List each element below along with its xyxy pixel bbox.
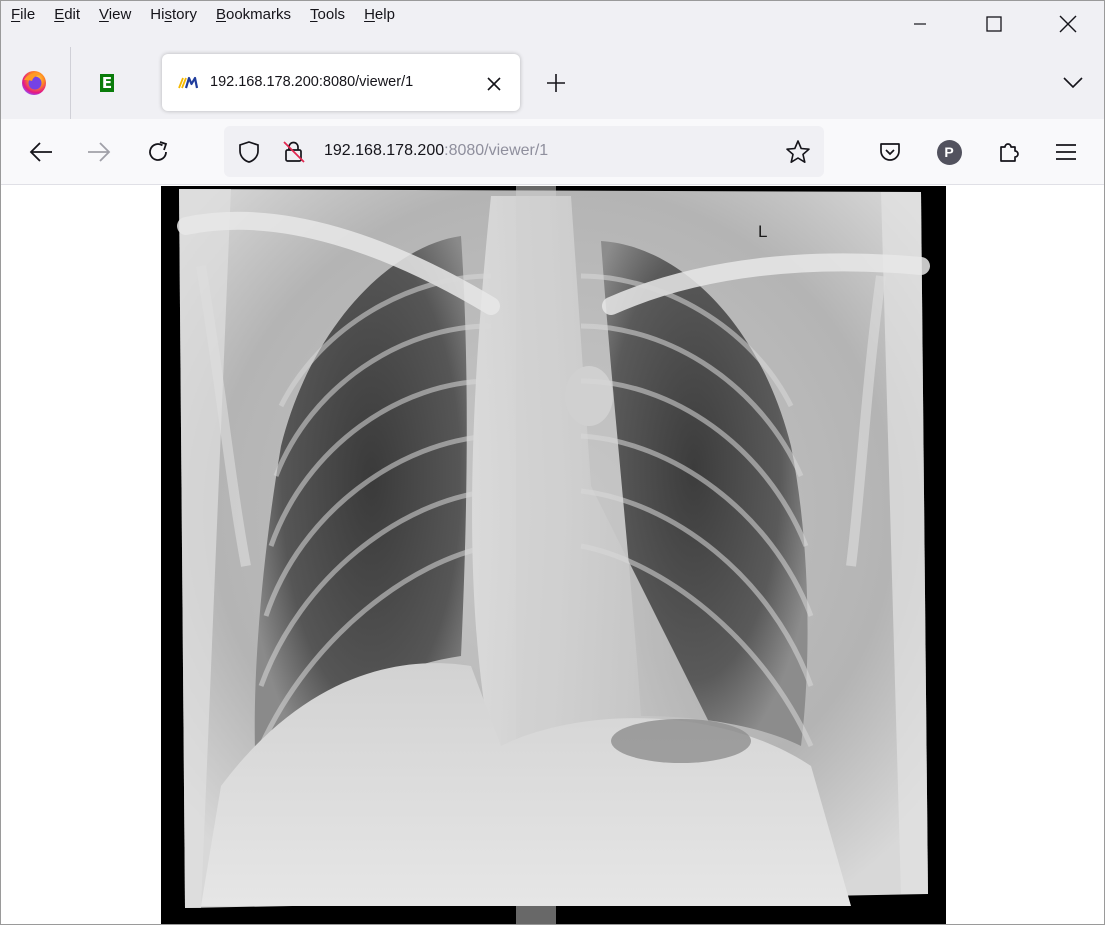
close-tab-icon bbox=[487, 77, 501, 91]
url-port-path: :8080/viewer/1 bbox=[444, 142, 549, 159]
pocket-icon bbox=[880, 143, 900, 161]
e-favicon-icon: E bbox=[100, 74, 114, 92]
reload-icon bbox=[149, 141, 168, 161]
menu-help[interactable]: Help bbox=[364, 6, 405, 24]
menu-file[interactable]: File bbox=[11, 6, 45, 24]
pocket-button[interactable] bbox=[872, 134, 908, 170]
navigation-bar: 192.168.178.200:8080/viewer/1 P bbox=[1, 119, 1104, 185]
url-host: 192.168.178.200 bbox=[324, 142, 445, 159]
menu-tools[interactable]: Tools bbox=[310, 6, 355, 24]
account-button[interactable]: P bbox=[931, 134, 967, 170]
menu-bar: File Edit View History Bookmarks Tools H… bbox=[1, 1, 1104, 47]
menu-items: File Edit View History Bookmarks Tools H… bbox=[11, 6, 414, 24]
list-all-tabs-button[interactable] bbox=[1057, 67, 1089, 99]
orientation-marker: L bbox=[758, 222, 768, 241]
app-menu-button[interactable] bbox=[1048, 134, 1084, 170]
tab-separator bbox=[70, 47, 71, 119]
insecure-lock-icon[interactable] bbox=[281, 139, 307, 165]
maximize-icon bbox=[986, 16, 1002, 32]
extensions-button[interactable] bbox=[991, 134, 1027, 170]
firefox-icon bbox=[22, 71, 46, 95]
url-bar[interactable]: 192.168.178.200:8080/viewer/1 bbox=[224, 126, 824, 177]
tracking-protection-shield-icon[interactable] bbox=[236, 139, 262, 165]
tab-title: 192.168.178.200:8080/viewer/1 bbox=[210, 74, 414, 90]
new-tab-button[interactable] bbox=[540, 67, 572, 99]
menu-history[interactable]: History bbox=[150, 6, 207, 24]
bookmark-star-button[interactable] bbox=[784, 138, 812, 166]
back-button[interactable] bbox=[23, 134, 59, 170]
close-window-button[interactable] bbox=[1031, 1, 1104, 47]
pinned-tab-e[interactable]: E bbox=[83, 61, 131, 105]
puzzle-piece-icon bbox=[1000, 143, 1019, 162]
forward-arrow-icon bbox=[88, 142, 111, 162]
tab-strip: E 192.168.178.200:8080/viewer/1 bbox=[1, 47, 1104, 119]
minimize-icon bbox=[914, 23, 926, 25]
plus-icon bbox=[547, 74, 565, 92]
forward-button[interactable] bbox=[81, 134, 117, 170]
avatar: P bbox=[936, 139, 962, 165]
im-favicon-icon bbox=[178, 75, 200, 91]
url-text[interactable]: 192.168.178.200:8080/viewer/1 bbox=[324, 142, 548, 160]
chevron-down-icon bbox=[1063, 77, 1083, 89]
maximize-button[interactable] bbox=[957, 1, 1031, 47]
menu-edit[interactable]: Edit bbox=[54, 6, 90, 24]
close-icon bbox=[1059, 15, 1077, 33]
close-tab-button[interactable] bbox=[482, 72, 506, 96]
reload-button[interactable] bbox=[140, 134, 176, 170]
back-arrow-icon bbox=[29, 142, 52, 162]
minimize-button[interactable] bbox=[883, 1, 957, 47]
menu-view[interactable]: View bbox=[99, 6, 141, 24]
chest-xray-image bbox=[177, 186, 930, 924]
pinned-tab-firefox[interactable] bbox=[10, 61, 58, 105]
image-viewer[interactable]: L bbox=[161, 186, 946, 924]
browser-window: File Edit View History Bookmarks Tools H… bbox=[0, 0, 1105, 925]
page-content: L bbox=[1, 186, 1104, 924]
hamburger-menu-icon bbox=[1056, 144, 1076, 160]
star-icon bbox=[786, 140, 810, 164]
menu-bookmarks[interactable]: Bookmarks bbox=[216, 6, 301, 24]
active-tab[interactable]: 192.168.178.200:8080/viewer/1 bbox=[162, 54, 520, 111]
